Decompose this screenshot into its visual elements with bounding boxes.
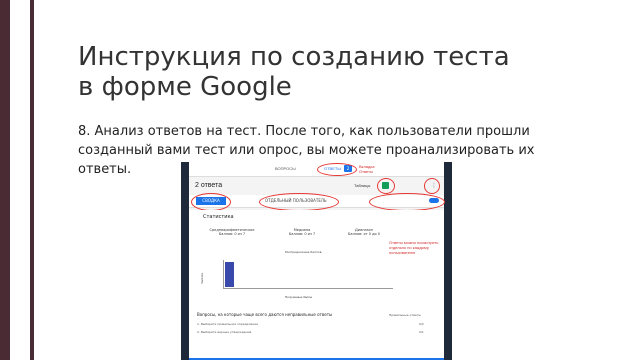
chart-title: Распределение баллов bbox=[285, 250, 322, 254]
note-stats: Ответы можно посмотреть отдельно по кажд… bbox=[389, 240, 439, 255]
title-line-2: в форме Google bbox=[78, 72, 292, 102]
question-2-score: 0/1 bbox=[419, 330, 424, 334]
x-axis-label: Полученные баллы bbox=[285, 295, 313, 299]
stat-mean-value: Баллов: 0 из 7 bbox=[218, 232, 246, 236]
annotation-circle-summary bbox=[191, 193, 231, 211]
questions-right-label: Правильные ответы bbox=[389, 313, 421, 317]
y-axis-label: Частота bbox=[200, 272, 205, 285]
responses-heading: 2 ответа bbox=[195, 182, 223, 189]
sheets-label: Таблицы bbox=[354, 183, 371, 188]
questions-heading: Вопросы, на которые чаще всего даются не… bbox=[197, 312, 333, 317]
score-bar-0 bbox=[225, 262, 234, 287]
forms-page: ВОПРОСЫ ОТВЕТЫ 2 Вкладка Ответы 2 ответа… bbox=[189, 162, 445, 360]
stats-title: Статистика bbox=[203, 214, 234, 220]
stat-range: Диапазон Баллов: от 0 до 0 bbox=[339, 228, 389, 236]
slide-title: Инструкция по созданию теста в форме Goo… bbox=[78, 42, 598, 102]
question-2: 2. Выберите верные утверждения bbox=[197, 330, 252, 334]
stat-range-value: Баллов: от 0 до 0 bbox=[347, 232, 381, 236]
tab-questions[interactable]: ВОПРОСЫ bbox=[275, 166, 296, 171]
embedded-screenshot: ВОПРОСЫ ОТВЕТЫ 2 Вкладка Ответы 2 ответа… bbox=[181, 162, 452, 360]
y-axis bbox=[223, 260, 224, 288]
title-line-1: Инструкция по созданию теста bbox=[78, 42, 510, 72]
note-responses: Вкладка Ответы bbox=[359, 164, 375, 174]
slide-side-bar bbox=[0, 0, 10, 360]
stat-mean: Среднеарифметическое Баллов: 0 из 7 bbox=[207, 228, 257, 236]
stat-median: Медиана Баллов: 0 из 7 bbox=[277, 228, 327, 236]
stats-panel: Статистика Среднеарифметическое Баллов: … bbox=[189, 210, 444, 360]
annotation-circle-menu bbox=[424, 178, 440, 194]
question-1-score: 0/2 bbox=[419, 322, 424, 326]
annotation-circle-individual bbox=[259, 193, 339, 211]
annotation-circle-tabs bbox=[317, 163, 357, 176]
stat-median-value: Баллов: 0 из 7 bbox=[288, 232, 316, 236]
slide-side-line bbox=[30, 0, 34, 360]
x-axis bbox=[223, 288, 393, 289]
annotation-circle-toggle bbox=[369, 193, 445, 211]
question-1: 1. Выберите правильное определение bbox=[197, 322, 259, 326]
annotation-circle-sheets bbox=[377, 178, 395, 194]
